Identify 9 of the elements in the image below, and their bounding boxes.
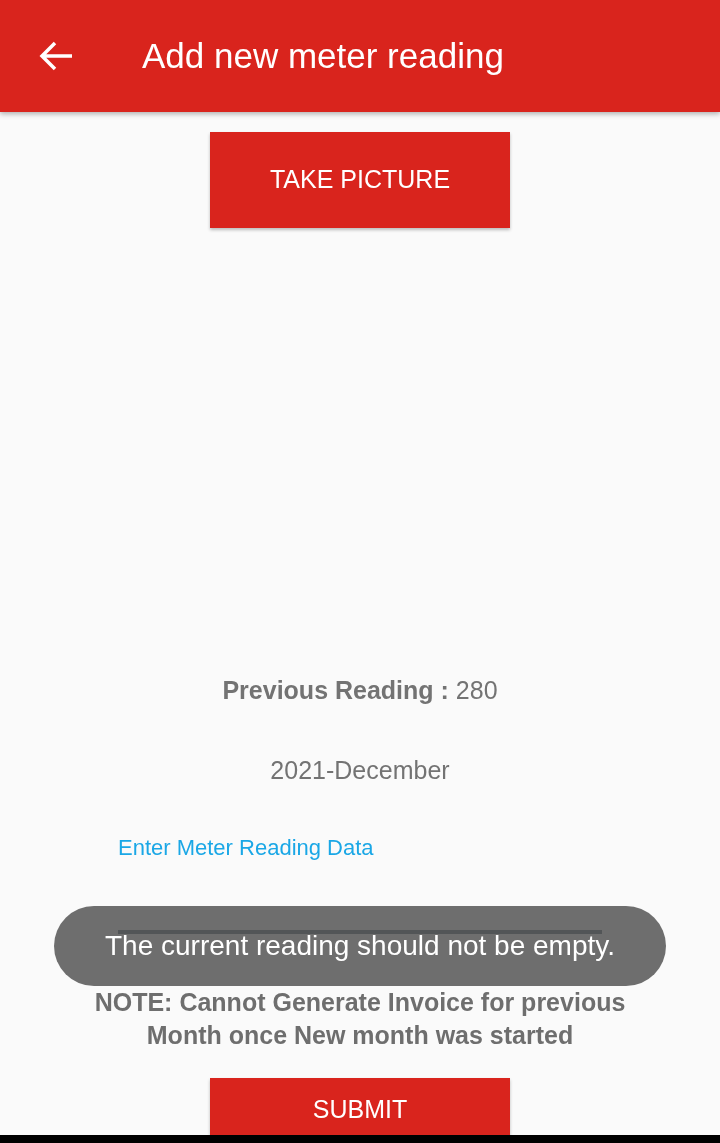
field-label: Enter Meter Reading Data — [118, 834, 374, 862]
note-text: NOTE: Cannot Generate Invoice for previous Month once New month was started — [93, 987, 627, 1051]
back-arrow-icon[interactable] — [38, 40, 74, 72]
submit-button[interactable]: SUBMIT — [210, 1078, 510, 1138]
error-toast: The current reading should not be empty. — [54, 906, 666, 986]
take-picture-button[interactable]: TAKE PICTURE — [210, 132, 510, 228]
screen-title: Add new meter reading — [142, 35, 504, 77]
period-text: 2021-December — [269, 754, 451, 786]
previous-reading-text: Previous Reading : 280 — [221, 675, 499, 706]
